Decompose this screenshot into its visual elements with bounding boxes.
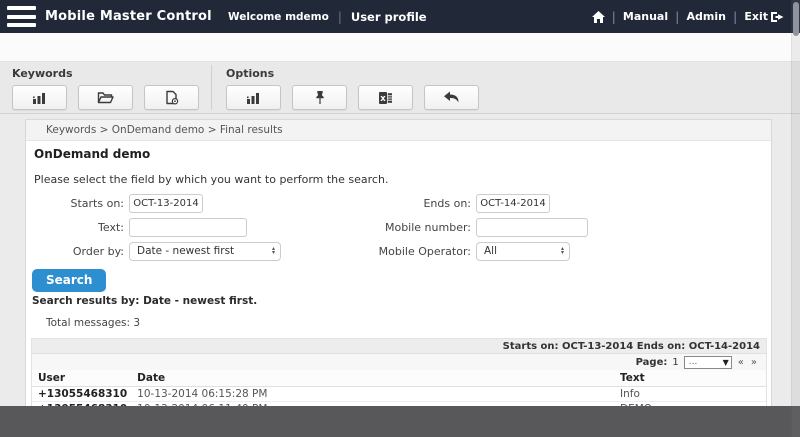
options-excel-export-button[interactable]: x	[358, 85, 413, 110]
order-by-label: Order by:	[34, 245, 124, 258]
undo-icon	[443, 91, 460, 104]
page-label: Page:	[636, 357, 668, 368]
mobile-operator-value: All	[484, 245, 497, 257]
breadcrumb[interactable]: Keywords > OnDemand demo > Final results	[26, 120, 771, 141]
select-stepper-icon: ▴▾	[272, 247, 275, 255]
keywords-open-folder-button[interactable]	[78, 85, 133, 110]
header-divider: |	[733, 10, 737, 24]
exit-link[interactable]: Exit	[744, 10, 784, 23]
starts-on-field[interactable]	[129, 194, 203, 213]
prev-page-button[interactable]: «	[737, 357, 745, 368]
search-form: Starts on: Text: Order by: Date - newest…	[26, 193, 771, 261]
header-divider: |	[338, 10, 342, 24]
table-row: +13055468310 10-13-2014 06:15:28 PM Info	[32, 387, 766, 402]
keywords-group-label: Keywords	[12, 67, 199, 80]
keywords-new-file-button[interactable]	[144, 85, 199, 110]
ends-on-field[interactable]	[476, 194, 550, 213]
bar-chart-icon	[246, 91, 261, 105]
app-header: Mobile Master Control Welcome mdemo | Us…	[0, 0, 800, 33]
results-date-range: Starts on: OCT-13-2014 Ends on: OCT-14-2…	[32, 339, 766, 354]
user-profile-link[interactable]: User profile	[351, 10, 427, 24]
options-pin-button[interactable]	[292, 85, 347, 110]
cell-date: 10-13-2014 06:15:28 PM	[131, 387, 614, 402]
options-group-label: Options	[226, 67, 479, 80]
hamburger-menu-icon[interactable]	[7, 6, 36, 27]
header-spacer	[0, 33, 800, 62]
mobile-number-field[interactable]	[476, 218, 588, 237]
pin-icon	[314, 90, 326, 105]
select-stepper-icon: ▴▾	[561, 247, 564, 255]
starts-on-label: Starts on:	[34, 197, 124, 210]
exit-label: Exit	[744, 10, 768, 23]
order-by-select[interactable]: Date - newest first ▴▾	[129, 242, 281, 261]
welcome-text: Welcome mdemo	[228, 11, 329, 23]
mobile-operator-select[interactable]: All ▴▾	[476, 242, 570, 261]
column-header-user: User	[32, 370, 131, 387]
header-user-area: Welcome mdemo | User profile	[228, 10, 427, 24]
search-results-summary: Search results by: Date - newest first.	[26, 292, 771, 307]
table-header-row: User Date Text	[32, 370, 766, 387]
column-header-text: Text	[614, 370, 766, 387]
options-back-button[interactable]	[424, 85, 479, 110]
folder-open-icon	[97, 91, 114, 104]
cell-user: +13055468310	[32, 387, 131, 402]
sign-out-icon	[771, 11, 784, 23]
chevron-down-icon: ▼	[723, 358, 729, 367]
page-number: 1	[672, 357, 678, 368]
options-report-button[interactable]	[226, 85, 281, 110]
home-icon[interactable]	[592, 11, 605, 23]
search-instruction: Please select the field by which you wan…	[26, 161, 771, 191]
keywords-group: Keywords	[0, 62, 211, 113]
header-nav: | Manual | Admin | Exit	[592, 10, 800, 24]
svg-text:x: x	[380, 94, 386, 104]
app-title: Mobile Master Control	[45, 9, 212, 24]
mobile-operator-label: Mobile Operator:	[366, 245, 471, 258]
page-select-value: ...	[689, 357, 698, 367]
search-button[interactable]: Search	[32, 269, 106, 292]
keywords-report-button[interactable]	[12, 85, 67, 110]
text-label: Text:	[34, 221, 124, 234]
cell-text: Info	[614, 387, 766, 402]
vertical-scrollbar[interactable]	[791, 0, 800, 437]
footer-bar	[0, 406, 800, 437]
scrollbar-thumb[interactable]	[793, 2, 799, 36]
page-title: OnDemand demo	[26, 141, 771, 161]
admin-link[interactable]: Admin	[687, 10, 726, 23]
header-divider: |	[675, 10, 679, 24]
manual-link[interactable]: Manual	[623, 10, 668, 23]
column-header-date: Date	[131, 370, 614, 387]
header-divider: |	[612, 10, 616, 24]
page-select-dropdown[interactable]: ... ▼	[684, 356, 732, 369]
toolbar: Keywords Options	[0, 62, 800, 114]
text-field[interactable]	[129, 218, 247, 237]
ends-on-label: Ends on:	[366, 197, 471, 210]
bar-chart-icon	[32, 91, 47, 105]
order-by-value: Date - newest first	[137, 245, 234, 257]
excel-export-icon: x	[378, 91, 393, 105]
total-messages: Total messages: 3	[26, 307, 771, 329]
options-group: Options x	[212, 62, 491, 113]
file-add-icon	[165, 90, 179, 105]
mobile-number-label: Mobile number:	[366, 221, 471, 234]
pagination-bar: Page: 1 ... ▼ « »	[32, 354, 766, 370]
main-panel: Keywords > OnDemand demo > Final results…	[25, 119, 772, 433]
next-page-button[interactable]: »	[750, 357, 758, 368]
